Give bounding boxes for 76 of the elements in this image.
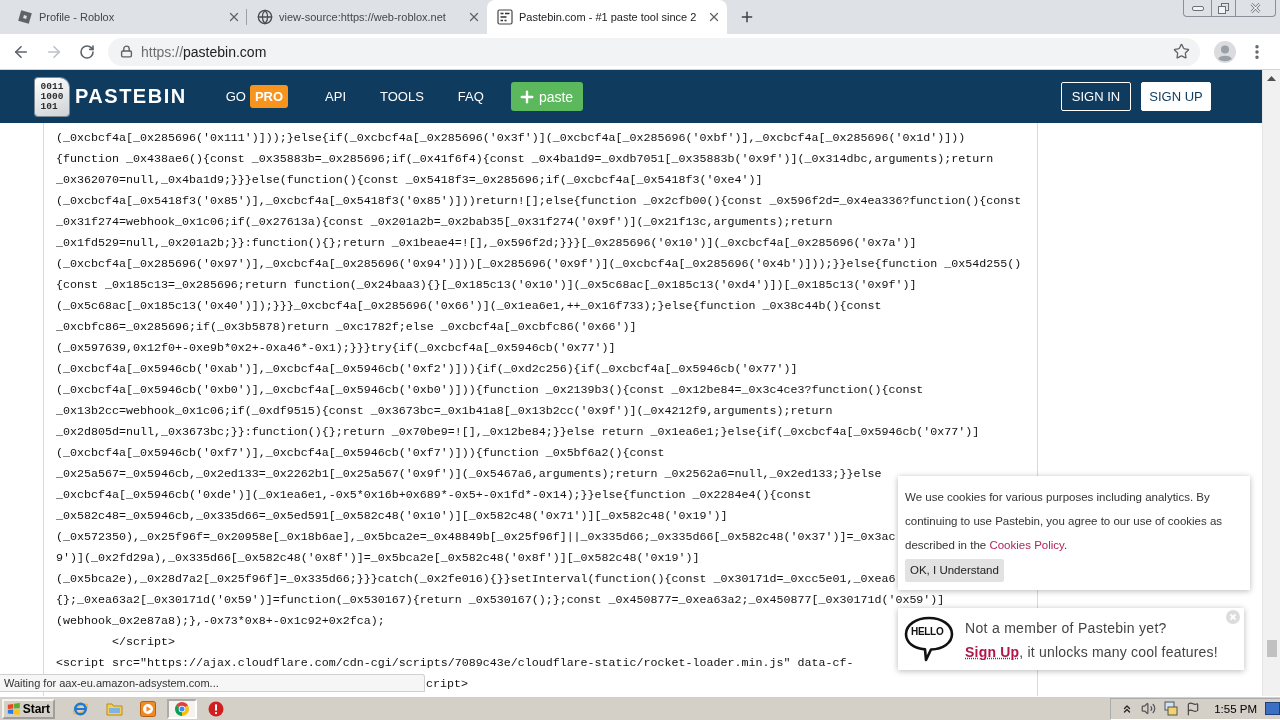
- code-line: (_0xcbcf4a[_0x285696('0x111')]));}else{if(_0xcbcf4a[_0x285696('0x3f')](_0xcbcf4a[_0x285696('0xbf')],_0xcbcf4a[_0x285696('0x1d')])): [56, 131, 966, 145]
- browser-tab[interactable]: Pastebin.com - #1 paste tool since 2: [487, 0, 727, 34]
- code-line: (_0x597639,0x12f0+-0xe9b*0x2+-0xa46*-0x1);}}}try{if(_0xcbcf4a[_0x5946cb('0x77')]: [56, 341, 616, 355]
- code-line: _0x2d805d=null,_0x3673bc;}}:function(){};return _0x70be9=![],_0x12be84;}}else return _0x1ea6e1;}else{if(_0xcbcf4a[_0x5946cb('0x77')]: [56, 425, 980, 439]
- flag-icon[interactable]: [1186, 701, 1201, 716]
- code-line: _0x1fd529=null,_0x201a2b;}}:function(){};return _0x1beae4=![],_0x596f2d;}}}[_0x285696('0x10')](_0xcbcf4a[_0x285696('0x7a')]: [56, 236, 917, 250]
- ring-logo-icon: [71, 700, 89, 717]
- circle-logo-icon: [174, 700, 190, 717]
- code-line: 9')](_0x2fd29a),_0x335d66[_0x582c48('0x8f')]=_0x5bca2e[_0x582c48('0x8f')][_0x582c48('0x19')]: [56, 551, 700, 565]
- browser-tab[interactable]: view-source:https://web-roblox.net: [247, 0, 487, 34]
- code-line: (_0xcbcf4a[_0x285696('0x97')],_0xcbcf4a[_0x285696('0x94')]))[_0x285696('0x9f')](_0xcbcf4a[_0x285696('0x4b')]));}}else{function _0x54d255(): [56, 257, 1022, 271]
- speaker-icon[interactable]: [1141, 701, 1157, 716]
- code-line: (_0xcbcf4a[_0x5946cb('0xf7')],_0xcbcf4a[_0x5946cb('0xf7')])){function _0x5bf6a2(){const: [56, 446, 665, 460]
- accept-cookies-button[interactable]: OK, I Understand: [905, 559, 1004, 582]
- pro-badge: PRO: [249, 85, 289, 108]
- windows-flag-icon: [7, 701, 21, 716]
- bubble-text: HELLO: [911, 626, 944, 637]
- signup-text: Sign Up, it unlocks many cool features!: [965, 643, 1218, 662]
- close-icon[interactable]: [707, 10, 721, 24]
- code-line: (_0xcbcf4a[_0x5418f3('0x85')],_0xcbcf4a[_0x5418f3('0x85')]))return![];else{function _0x2cfb00(){const _0x596f2d=_0x4ea336?function(){const: [56, 194, 1022, 208]
- speech-bubble-icon: [904, 616, 954, 662]
- logo-digits: 0011 1000 101: [40, 81, 64, 112]
- start-button[interactable]: Start: [2, 698, 55, 719]
- code-line: cript>: [426, 677, 468, 691]
- code-line: </script>: [110, 635, 175, 649]
- code-line: {function _0x438ae6(){const _0x35883b=_0x285696;if(_0x41f6f4){const _0x4ba1d9=_0xdb7051[_0x35883b('0x9f')](_0x314dbc,arguments);return: [56, 152, 994, 166]
- cookie-notice-text: We use cookies for various purposes including analytics. By continuing to use Pastebin, you agree to our use of cookies as described in the Cookies Policy.: [905, 490, 1224, 553]
- nav-link[interactable]: API: [325, 89, 346, 104]
- nav-link[interactable]: GO: [225, 89, 246, 104]
- close-icon[interactable]: [227, 10, 241, 24]
- globe-icon: [257, 9, 273, 25]
- star-icon[interactable]: [1173, 43, 1190, 60]
- code-line: _0x362070=null,_0x4ba1d9;}}}else(function(){const _0x5418f3=_0x285696;if(_0xcbcf4a[_0x5418f3('0xe4')]: [56, 173, 763, 187]
- close-icon: [1250, 3, 1261, 13]
- nav-link[interactable]: TOOLS: [380, 89, 424, 104]
- plus-icon[interactable]: [739, 9, 755, 25]
- reload-icon[interactable]: [78, 43, 95, 60]
- restore-icon: [1218, 2, 1229, 14]
- code-line: (_0x572350),_0x25f96f=_0x20958e[_0x18b6ae],_0x5bca2e=_0x48849b[_0x25f96f]||_0x335d66;_0x335d66[_0x582c48('0x37')]=_0x3ac: [56, 530, 896, 544]
- nav-link[interactable]: FAQ: [457, 89, 484, 104]
- code-line: _0x31f274=webhook_0x1c06;if(_0x27613a){const _0x201a2b=_0x2bab35[_0x31f274('0x9f')](_0x21f13c,arguments);return: [56, 215, 833, 229]
- stacked-windows-icon[interactable]: [1164, 701, 1179, 716]
- code-line: _0x582c48=_0x5946cb,_0x335d66=_0x5ed591[_0x582c48('0x10')][_0x582c48('0x71')][_0x582c48('0x19')]: [56, 509, 728, 523]
- folder-icon: [105, 701, 123, 716]
- code-line: _0xcbfc86=_0x285696;if(_0x3b5878)return _0xc1782f;else _0xcbcf4a[_0xcbfc86('0x66')]: [56, 320, 637, 334]
- url-text: https://pastebin.com: [141, 43, 268, 60]
- browser-tab[interactable]: Profile - Roblox: [7, 0, 247, 34]
- play-icon: [140, 700, 156, 717]
- lock-icon: [120, 45, 133, 58]
- code-line: _0x13b2cc=webhook_0x1c06;if(_0xdf9515){const _0x3673bc=_0x1b41a8[_0x13b2cc('0x9f')](_0x4212f9,arguments);return: [56, 404, 833, 418]
- avatar-icon[interactable]: [1214, 40, 1236, 63]
- code-line: (webhook_0x2e87a8);},-0x73*0x8+-0x1c92+0x2fca);: [56, 614, 385, 628]
- account-button[interactable]: SIGN IN: [1061, 82, 1131, 111]
- exclamation-icon: [208, 700, 224, 717]
- code-line: {const _0x185c13=_0x285696;return function(_0x24baa3){}[_0x185c13('0x10')](_0x5c68ac[_0x185c13('0xd4')])[_0x185c13('0x9f')]: [56, 278, 917, 292]
- cookies-policy-link[interactable]: Cookies Policy: [989, 539, 1064, 551]
- scrollbar-thumb[interactable]: [1266, 640, 1277, 657]
- taskbar-app-button[interactable]: [167, 698, 197, 719]
- address-field[interactable]: https://pastebin.com: [108, 37, 1200, 66]
- code-line: (_0xcbcf4a[_0x5946cb('0xab')],_0xcbcf4a[_0x5946cb('0xf2')])){if(_0xd2c256){if(_0xcbcf4a[_0x5946cb('0x77')]: [56, 362, 798, 376]
- code-line: {};_0xea63a2[_0x30171d('0x59')]=function(_0x530167){return _0x530167();};const _0x450877=_0xea63a2;_0x450877[_0x30171d('0x59')]: [56, 593, 945, 607]
- status-bubble: Waiting for aax-eu.amazon-adsystem.com...: [0, 674, 425, 692]
- code-line: _0xcbcf4a[_0x5946cb('0xde')](_0x1ea6e1,-0x5*0x16b+0x689*-0x5+-0x1fd*-0x14);}}else{function _0x2284e4(){const: [56, 488, 812, 502]
- minimize-icon: [1191, 5, 1204, 11]
- signup-title: Not a member of Pastebin yet?: [965, 619, 1168, 638]
- account-button[interactable]: SIGN UP: [1141, 82, 1211, 111]
- code-line: (_0xcbcf4a[_0x5946cb('0xb0')],_0xcbcf4a[_0x5946cb('0xb0')])){function _0x2139b3(){const _0x12be84=_0x3c4ce3?function(){const: [56, 383, 924, 397]
- code-line: <script src="https://ajax.cloudflare.com/cdn-cgi/scripts/7089c43e/cloudflare-static/rocket-loader.min.js" data-cf-: [56, 656, 854, 670]
- document-icon: [497, 9, 513, 25]
- code-line: (_0x5c68ac[_0x185c13('0x40')]);}}}_0xcbcf4a[_0x285696('0x66')](_0x1ea6e1,++_0x16f733);}else{function _0x38c44b(){const: [56, 299, 882, 313]
- brand-name: PASTEBIN: [75, 85, 187, 108]
- close-icon[interactable]: [467, 10, 481, 24]
- clock-text: 1:55 PM: [1214, 702, 1257, 715]
- code-line: (_0x5bca2e),_0x28d7a2[_0x25f96f]=_0x335d66;}}}catch(_0x2fe016){}}setInterval(function(){const _0x30171d=_0xcc5e01,_0xea6: [56, 572, 896, 586]
- scroll-up-arrow-icon[interactable]: [1267, 76, 1276, 81]
- code-line: _0x25a567=_0x5946cb,_0x2ed133=_0x2262b1[_0x25a567('0x9f')](_0x5467a6,arguments);return _0x2562a6=null,_0x2ed133;}}else: [56, 467, 882, 481]
